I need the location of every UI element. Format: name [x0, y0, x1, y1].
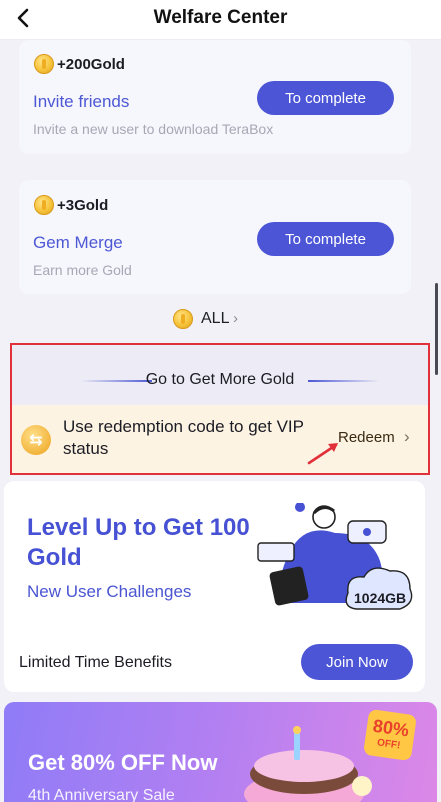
discount-badge: 80% OFF! — [363, 708, 417, 762]
chevron-right-icon: › — [404, 427, 410, 446]
task-description: Earn more Gold — [33, 262, 132, 278]
gold-reward: +3Gold — [57, 197, 109, 214]
promo-subtitle: 4th Anniversary Sale — [28, 787, 175, 802]
red-arrow-icon — [307, 443, 338, 465]
gold-coin-icon — [173, 309, 193, 329]
gold-coin-icon — [34, 54, 54, 74]
task-card-gem-merge: +3Gold Gem Merge To complete Earn more G… — [19, 180, 411, 294]
storage-amount: 1024GB — [354, 590, 406, 606]
anniversary-promo-banner[interactable]: Get 80% OFF Now 4th Anniversary Sale 80%… — [4, 702, 437, 802]
storage-illustration: 1024GB — [257, 503, 413, 610]
birthday-cake-illustration — [244, 726, 372, 802]
gold-coin-icon — [34, 195, 54, 215]
task-description: Invite a new user to download TeraBox — [33, 121, 274, 137]
redeem-row[interactable]: Use redemption code to get VIP status Re… — [12, 405, 428, 473]
join-now-button[interactable]: Join Now — [301, 644, 413, 680]
scrollbar[interactable] — [435, 283, 438, 375]
to-complete-button[interactable]: To complete — [257, 81, 394, 115]
promo-title: Get 80% OFF Now — [28, 750, 218, 775]
top-bar: Welfare Center — [0, 0, 441, 40]
task-card-invite: +200Gold Invite friends To complete Invi… — [19, 40, 411, 154]
task-name: Invite friends — [33, 92, 130, 111]
limited-time-label: Limited Time Benefits — [19, 654, 172, 671]
redeem-description: Use redemption code to get VIP status — [63, 417, 304, 458]
redeem-exchange-icon — [21, 425, 51, 455]
level-up-title: Level Up to Get 100 Gold — [27, 514, 250, 571]
new-user-challenges-link[interactable]: New User Challenges — [27, 582, 191, 602]
page-title: Welfare Center — [153, 7, 288, 28]
divider-line-right — [308, 380, 380, 382]
all-label: ALL — [201, 310, 230, 327]
level-up-card: Level Up to Get 100 Gold New User Challe… — [4, 481, 425, 692]
redeem-button[interactable]: Redeem — [338, 429, 395, 446]
gold-reward: +200Gold — [57, 56, 125, 73]
task-name: Gem Merge — [33, 233, 123, 252]
to-complete-button[interactable]: To complete — [257, 222, 394, 256]
get-more-gold-section: Go to Get More Gold Use redemption code … — [10, 343, 430, 475]
chevron-right-icon: › — [233, 310, 238, 327]
